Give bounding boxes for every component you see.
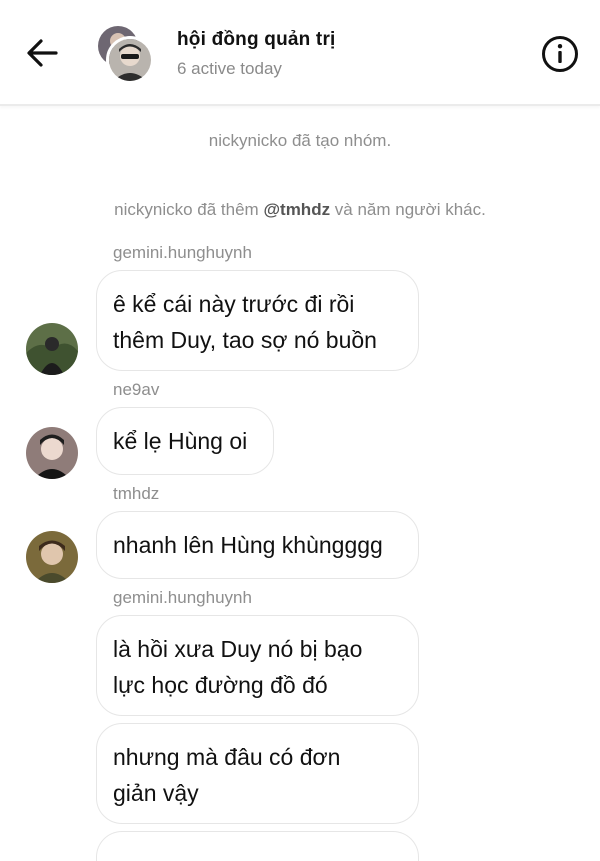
message-bubble[interactable]: nhưng mà đâu có đơn giản vậy (96, 723, 419, 824)
avatar[interactable] (26, 531, 78, 583)
system-message: nickynicko đã thêm @tmhdz và năm người k… (114, 200, 486, 219)
sender-name: gemini.hunghuynh (113, 588, 252, 607)
message-bubble[interactable] (96, 831, 419, 861)
message-text: ê kể cái này trước đi rồi thêm Duy, tao … (113, 291, 377, 353)
avatar[interactable] (26, 427, 78, 479)
member-avatar (106, 36, 154, 84)
chat-header: hội đồng quản trị 6 active today (0, 0, 600, 106)
message-bubble[interactable]: ê kể cái này trước đi rồi thêm Duy, tao … (96, 270, 419, 371)
message-text: là hồi xưa Duy nó bị bạo lực học đường đ… (113, 636, 363, 698)
info-circle-icon (542, 36, 578, 72)
back-button[interactable] (22, 34, 62, 72)
sender-name: tmhdz (113, 484, 160, 503)
sender-name: ne9av (113, 380, 160, 399)
info-button[interactable] (541, 35, 579, 73)
sender-name: gemini.hunghuynh (113, 243, 252, 262)
avatar[interactable] (26, 323, 78, 375)
active-status: 6 active today (177, 59, 282, 78)
message-bubble[interactable]: nhanh lên Hùng khùngggg (96, 511, 419, 579)
message-text: nhưng mà đâu có đơn giản vậy (113, 744, 341, 806)
message-bubble[interactable]: kể lẹ Hùng oi (96, 407, 274, 475)
group-avatar[interactable] (96, 24, 154, 84)
group-title[interactable]: hội đồng quản trị (177, 29, 336, 51)
message-text: nhanh lên Hùng khùngggg (113, 532, 383, 558)
mention-link[interactable]: @tmhdz (263, 200, 330, 219)
system-message: nickynicko đã tạo nhóm. (208, 131, 392, 150)
arrow-left-icon (27, 39, 58, 67)
message-bubble[interactable]: là hồi xưa Duy nó bị bạo lực học đường đ… (96, 615, 419, 716)
message-text: kể lẹ Hùng oi (113, 428, 248, 454)
